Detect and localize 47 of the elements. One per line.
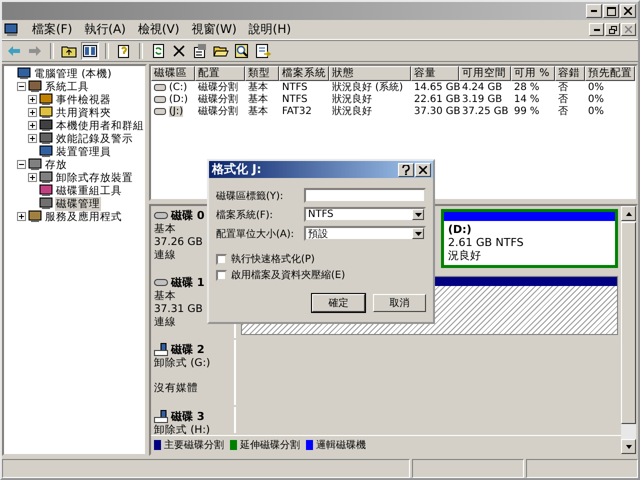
legend-label: 邏輯磁碟機 — [316, 438, 366, 452]
disk-name: 磁碟 3 — [171, 409, 204, 424]
table-cell: FAT32 — [282, 106, 312, 116]
table-cell-text: 磁碟分割 — [198, 92, 238, 106]
disk-info: 連線 — [154, 249, 176, 262]
table-cell: 3.19 GB — [462, 94, 502, 104]
table-cell: 37.25 GB — [462, 106, 508, 116]
field-label: 磁碟區標籤(Y): — [216, 190, 284, 202]
disk-name: 磁碟 0 — [171, 208, 204, 223]
legend-label: 主要磁碟分割 — [164, 438, 224, 452]
table-cell: 14 % — [514, 94, 540, 104]
disk-info: 基本 — [154, 290, 176, 303]
table-cell-text: 否 — [558, 81, 568, 94]
partition-info: 2.61 GB NTFS — [448, 236, 525, 249]
disk-info: 37.31 GB — [154, 303, 203, 316]
disk-info: 連線 — [154, 316, 176, 329]
table-cell: NTFS — [282, 82, 308, 92]
table-cell-text: 否 — [558, 93, 568, 106]
table-cell-text: 基本 — [248, 104, 268, 118]
table-cell: 0% — [588, 106, 604, 116]
table-cell: 4.24 GB — [462, 82, 502, 92]
table-cell-text: 基本 — [248, 92, 268, 106]
table-cell: 22.61 GB — [414, 94, 460, 104]
table-cell-text: 狀況良好 (系統) — [332, 80, 403, 94]
disk-name: 磁碟 2 — [171, 342, 204, 357]
table-cell-text: 狀況良好 — [332, 92, 372, 106]
disk-name: 磁碟 1 — [171, 275, 204, 290]
dialog-title: 格式化 J: — [212, 161, 262, 178]
table-cell: 0% — [588, 94, 604, 104]
table-cell: 37.30 GB — [414, 106, 460, 116]
disk-info: 基本 — [154, 223, 176, 236]
table-cell-text: 磁碟分割 — [198, 104, 238, 118]
table-cell-text: 否 — [558, 105, 568, 118]
legend-label: 延伸磁碟分割 — [240, 438, 300, 452]
table-cell: NTFS — [282, 94, 308, 104]
table-cell: 28 % — [514, 82, 540, 92]
table-cell: 0% — [588, 82, 604, 92]
disk-info: 37.26 GB — [154, 236, 203, 249]
disk-info: 卸除式 (G:) — [154, 357, 210, 370]
table-cell-text: 狀況良好 — [332, 104, 372, 118]
table-cell: 14.65 GB — [414, 82, 460, 92]
table-cell-text: 基本 — [248, 80, 268, 94]
table-cell-text: 磁碟分割 — [198, 80, 238, 94]
partition-info: (D:) — [448, 223, 473, 236]
disk-info: 沒有媒體 — [154, 382, 198, 395]
partition-info: 況良好 — [448, 249, 482, 262]
table-cell: 99 % — [514, 106, 540, 116]
